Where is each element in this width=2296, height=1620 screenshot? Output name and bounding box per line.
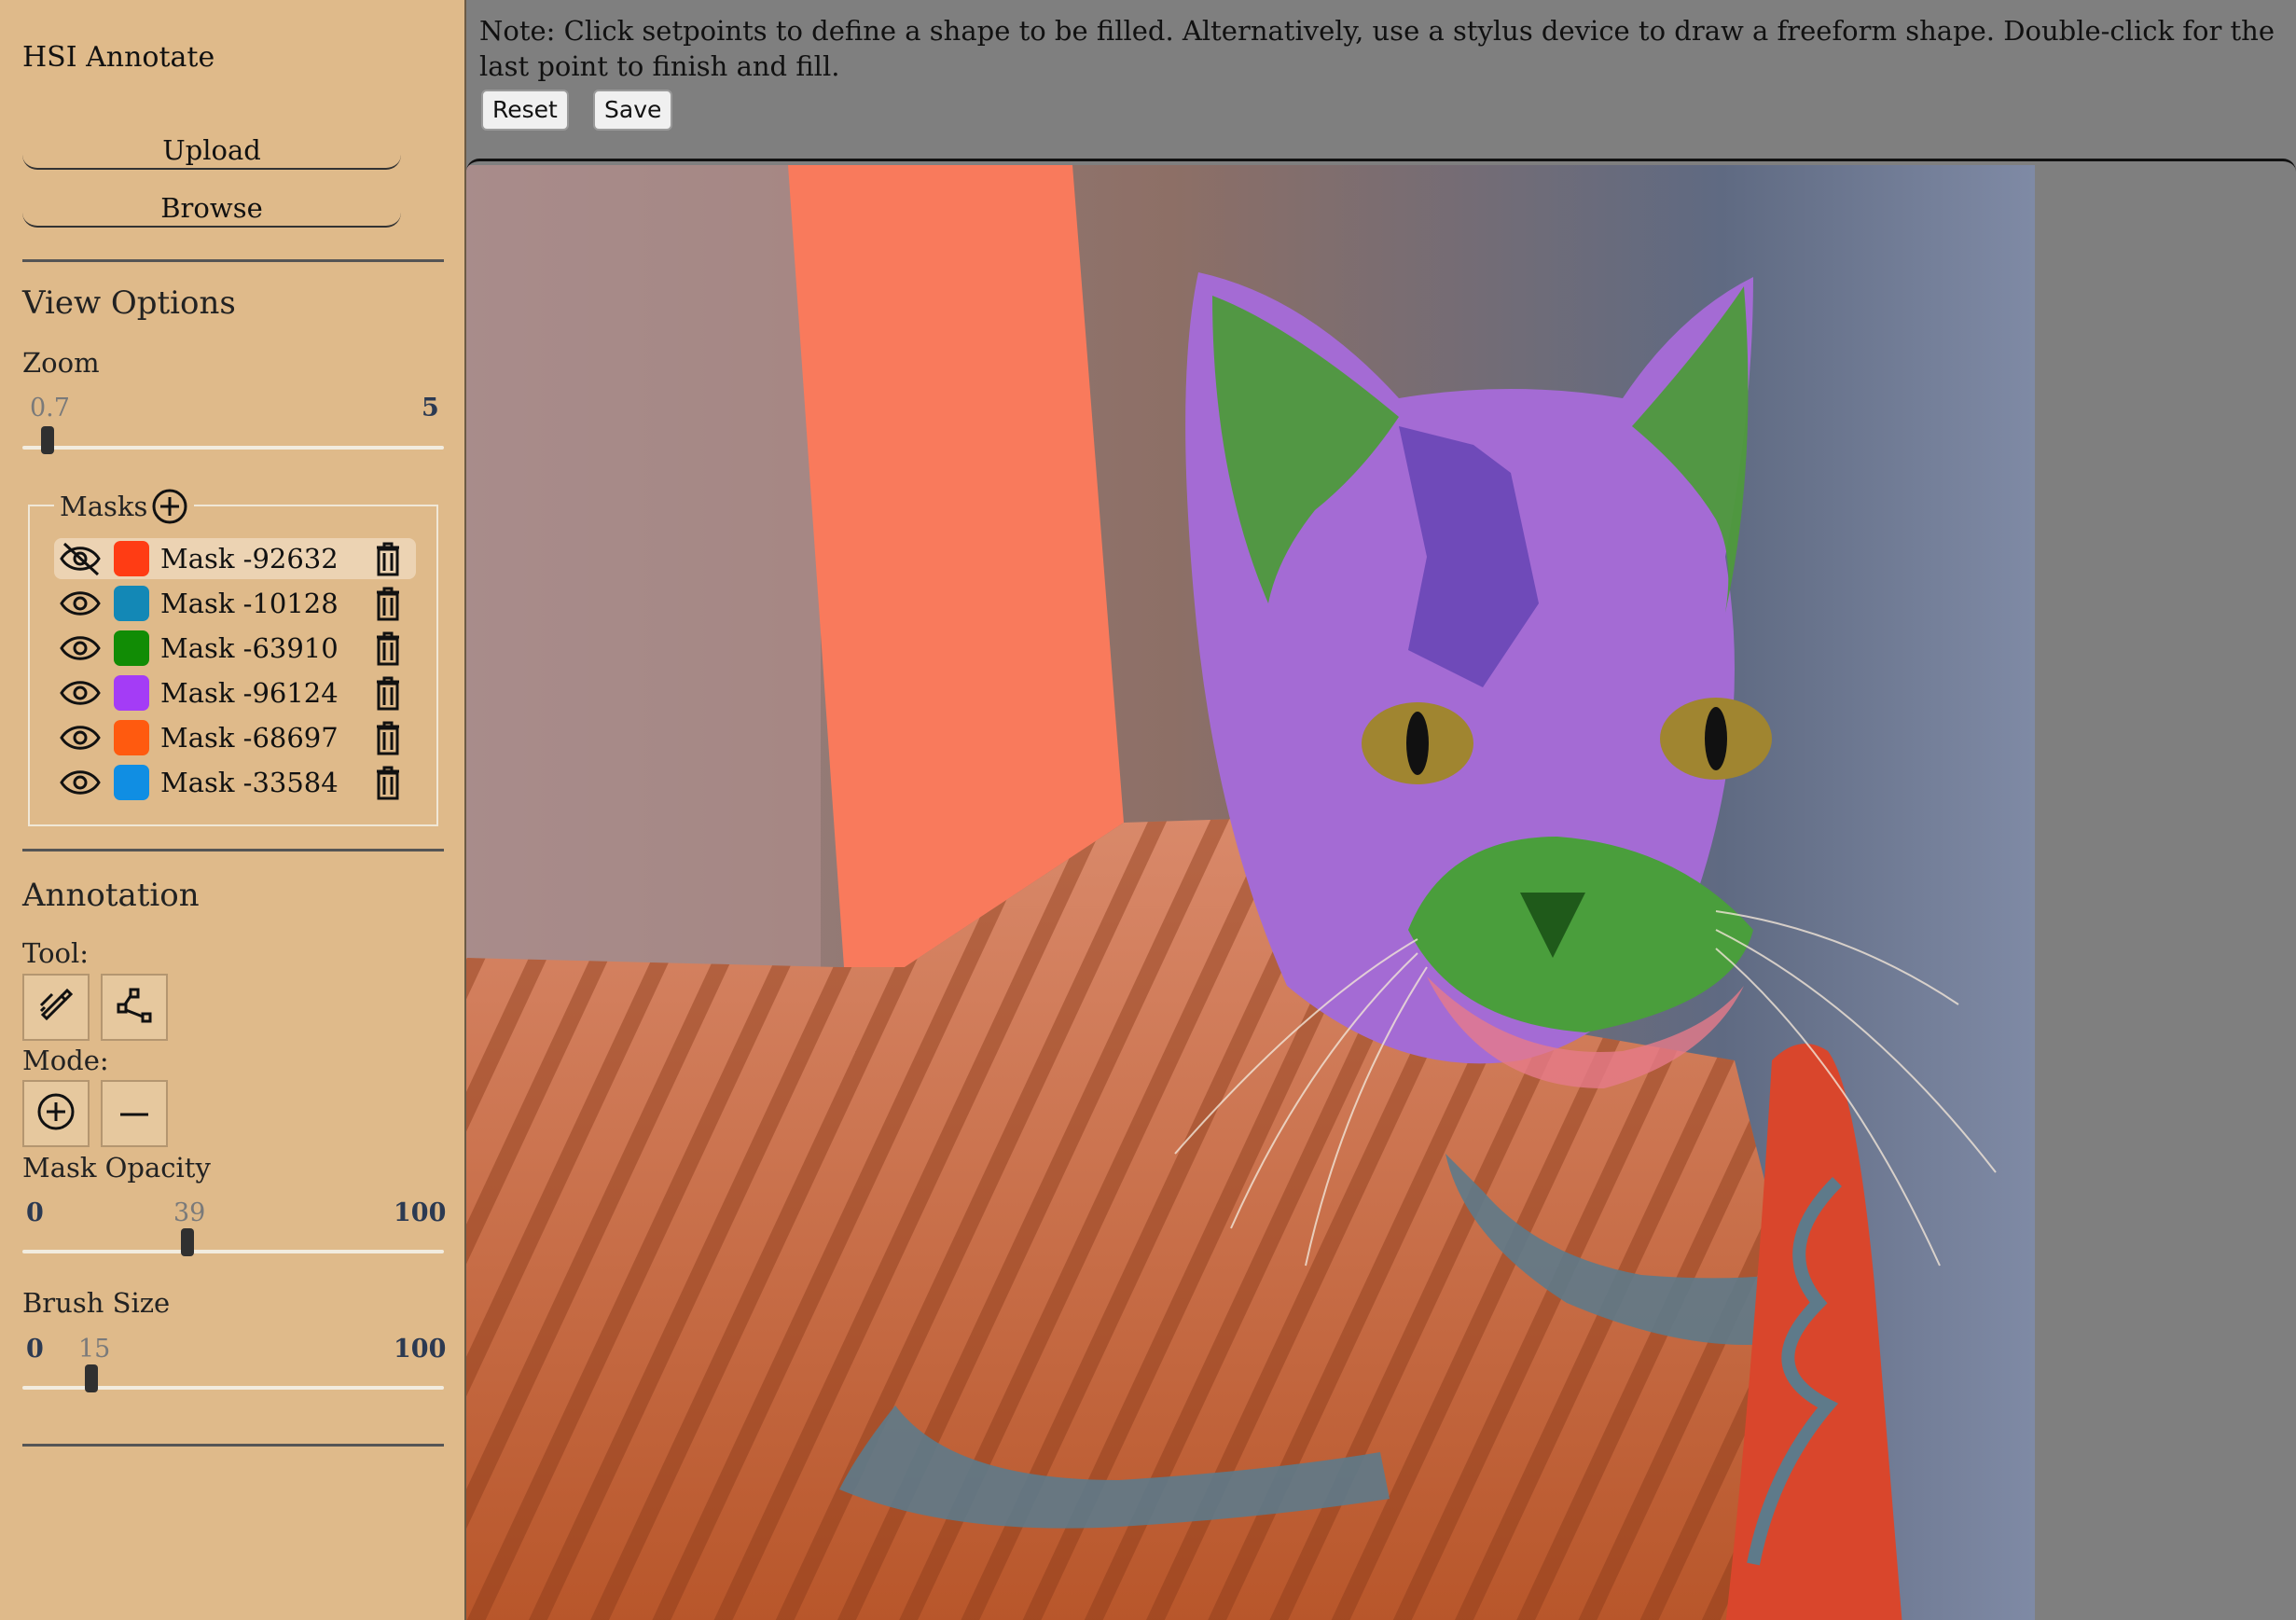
brush-max: 100 bbox=[394, 1335, 447, 1364]
mask-color-swatch[interactable] bbox=[114, 586, 149, 621]
polygon-tool-icon bbox=[116, 987, 153, 1028]
eye-off-icon[interactable] bbox=[58, 540, 103, 577]
annotation-title: Annotation bbox=[22, 877, 200, 914]
trash-icon[interactable] bbox=[369, 539, 407, 578]
add-mask-icon[interactable] bbox=[151, 488, 188, 525]
opacity-value: 39 bbox=[173, 1198, 206, 1227]
instruction-note: Note: Click setpoints to define a shape … bbox=[479, 15, 2275, 82]
zoom-label: Zoom bbox=[22, 347, 100, 379]
mode-subtract-button[interactable] bbox=[101, 1080, 168, 1147]
plus-circle-icon bbox=[36, 1092, 76, 1135]
zoom-max: 5 bbox=[422, 394, 439, 422]
brush-tool-button[interactable] bbox=[22, 974, 90, 1041]
divider bbox=[22, 259, 444, 262]
mask-name[interactable]: Mask -96124 bbox=[160, 677, 366, 709]
mask-row[interactable]: Mask -96124 bbox=[54, 672, 416, 713]
zoom-slider[interactable] bbox=[22, 446, 444, 450]
brush-value: 15 bbox=[78, 1335, 111, 1364]
mask-name[interactable]: Mask -63910 bbox=[160, 632, 366, 664]
save-button[interactable]: Save bbox=[593, 90, 673, 131]
mask-row[interactable]: Mask -10128 bbox=[54, 583, 416, 624]
trash-icon[interactable] bbox=[369, 763, 407, 802]
trash-icon[interactable] bbox=[369, 718, 407, 757]
mask-row[interactable]: Mask -92632 bbox=[54, 538, 416, 579]
divider bbox=[22, 849, 444, 852]
eye-icon[interactable] bbox=[58, 630, 103, 667]
tool-label: Tool: bbox=[22, 937, 90, 969]
mask-opacity-label: Mask Opacity bbox=[22, 1152, 211, 1184]
eye-icon[interactable] bbox=[58, 674, 103, 712]
brush-size-label: Brush Size bbox=[22, 1287, 171, 1319]
sidebar: HSI Annotate Upload Browse View Options … bbox=[0, 0, 466, 1620]
mask-color-swatch[interactable] bbox=[114, 720, 149, 755]
masks-panel: Masks Mask -92632 Mask -10128 Mask -6391… bbox=[28, 488, 438, 826]
trash-icon[interactable] bbox=[369, 629, 407, 668]
mask-row[interactable]: Mask -68697 bbox=[54, 717, 416, 758]
mask-name[interactable]: Mask -68697 bbox=[160, 722, 366, 754]
divider bbox=[22, 1444, 444, 1447]
mask-opacity-slider-thumb[interactable] bbox=[181, 1228, 194, 1256]
mask-row[interactable]: Mask -33584 bbox=[54, 762, 416, 803]
annotated-image[interactable] bbox=[466, 165, 2035, 1620]
mask-row[interactable]: Mask -63910 bbox=[54, 628, 416, 669]
polygon-tool-button[interactable] bbox=[101, 974, 168, 1041]
mask-color-swatch[interactable] bbox=[114, 630, 149, 666]
brush-min: 0 bbox=[26, 1335, 44, 1364]
masks-legend: Masks bbox=[54, 488, 195, 525]
app-title: HSI Annotate bbox=[22, 41, 215, 74]
eye-icon[interactable] bbox=[58, 585, 103, 622]
mode-add-button[interactable] bbox=[22, 1080, 90, 1147]
mask-opacity-slider[interactable] bbox=[22, 1250, 444, 1253]
masks-title: Masks bbox=[60, 491, 148, 522]
mask-color-swatch[interactable] bbox=[114, 765, 149, 800]
upload-button[interactable]: Upload bbox=[22, 131, 401, 170]
eye-icon[interactable] bbox=[58, 764, 103, 801]
opacity-min: 0 bbox=[26, 1198, 44, 1227]
opacity-max: 100 bbox=[394, 1198, 447, 1227]
reset-button[interactable]: Reset bbox=[481, 90, 569, 131]
mask-color-swatch[interactable] bbox=[114, 541, 149, 576]
mask-name[interactable]: Mask -33584 bbox=[160, 767, 366, 798]
mode-label: Mode: bbox=[22, 1045, 109, 1076]
mask-color-swatch[interactable] bbox=[114, 675, 149, 711]
view-options-title: View Options bbox=[22, 284, 236, 322]
zoom-slider-thumb[interactable] bbox=[41, 426, 54, 454]
brush-tool-icon bbox=[37, 987, 75, 1028]
trash-icon[interactable] bbox=[369, 584, 407, 623]
trash-icon[interactable] bbox=[369, 673, 407, 713]
browse-button[interactable]: Browse bbox=[22, 188, 401, 228]
mask-name[interactable]: Mask -92632 bbox=[160, 543, 366, 575]
mask-name[interactable]: Mask -10128 bbox=[160, 588, 366, 619]
brush-size-slider-thumb[interactable] bbox=[85, 1364, 98, 1392]
minus-icon bbox=[118, 1105, 150, 1123]
annotation-canvas[interactable] bbox=[466, 159, 2296, 1620]
eye-icon[interactable] bbox=[58, 719, 103, 756]
zoom-value: 0.7 bbox=[30, 394, 70, 422]
